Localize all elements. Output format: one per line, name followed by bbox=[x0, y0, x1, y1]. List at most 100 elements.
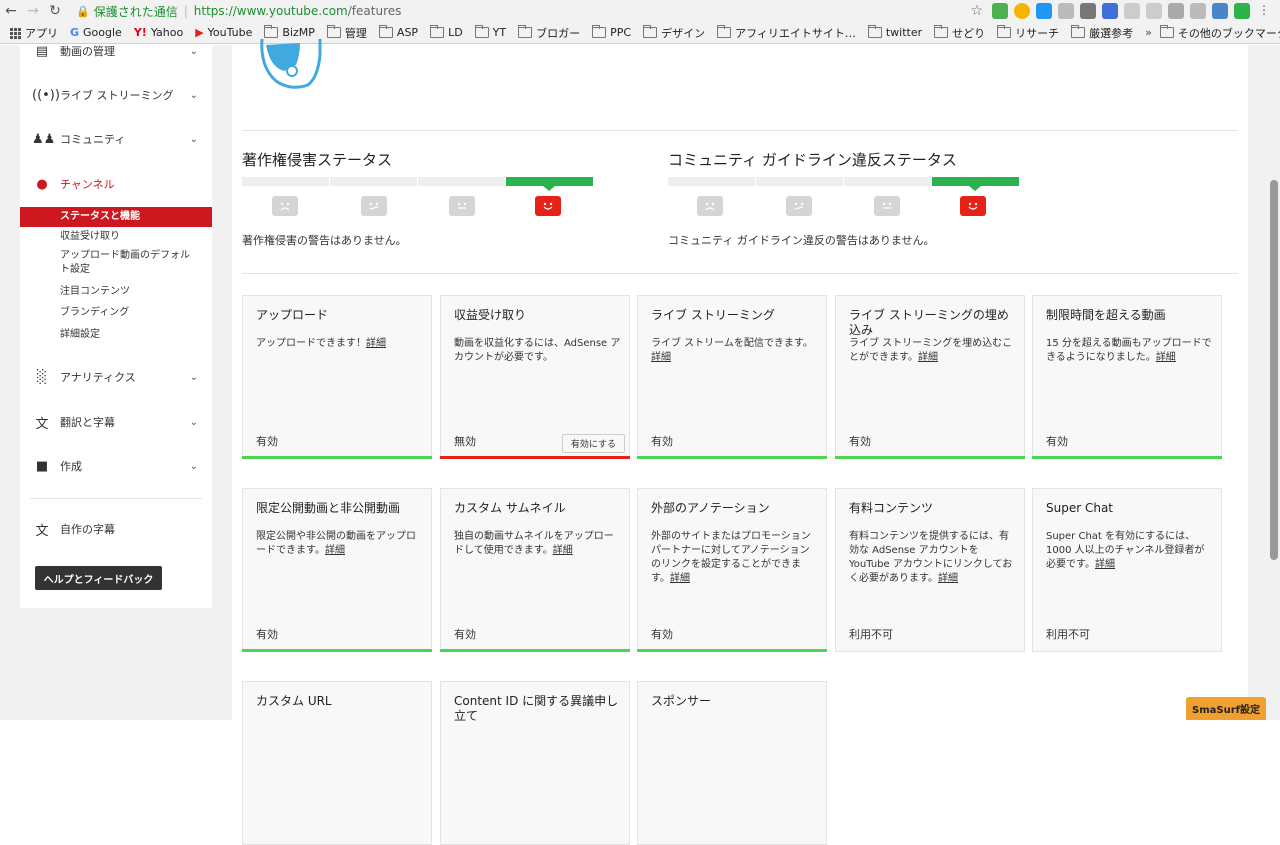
bookmark-folder[interactable]: YT bbox=[474, 25, 506, 39]
unhappy-face-icon bbox=[786, 196, 812, 216]
bookmark-label: ASP bbox=[396, 26, 419, 39]
sad-face-icon bbox=[697, 196, 723, 216]
reload-icon[interactable]: ↻ bbox=[44, 3, 66, 19]
meter-segment bbox=[668, 177, 755, 186]
feature-card: ライブ ストリーミングの埋め込み ライブ ストリーミングを埋め込むことができます。… bbox=[835, 295, 1025, 459]
extension-icon[interactable] bbox=[1234, 3, 1250, 19]
yahoo-icon: Y! bbox=[133, 26, 147, 39]
bookmark-apps[interactable]: アプリ bbox=[10, 25, 58, 41]
feature-status: 有効 bbox=[651, 435, 673, 448]
bookmark-folder[interactable]: アフィリエイトサイト… bbox=[717, 25, 856, 41]
extension-icon[interactable] bbox=[1168, 3, 1184, 19]
secure-label: 保護された通信 bbox=[93, 4, 178, 19]
bookmark-folder[interactable]: ブロガー bbox=[518, 25, 580, 41]
feature-card: 収益受け取り 動画を収益化するには、AdSense アカウントが必要です。 無効 有効… bbox=[440, 295, 630, 459]
extension-icon[interactable] bbox=[1014, 3, 1030, 19]
extension-icon[interactable] bbox=[1036, 3, 1052, 19]
sidebar-subitem-status[interactable]: ステータスと機能 bbox=[20, 207, 212, 227]
sidebar-item-video-manager[interactable]: ▤ 動画の管理 ⌄ bbox=[20, 41, 212, 61]
lock-icon: 🔒 bbox=[76, 4, 90, 18]
create-icon: ■ bbox=[35, 458, 49, 474]
extension-icon[interactable] bbox=[1190, 3, 1206, 19]
meter-indicator bbox=[543, 186, 555, 191]
feature-title: 有料コンテンツ bbox=[849, 501, 934, 515]
sidebar-item-analytics[interactable]: ░ アナリティクス ⌄ bbox=[20, 367, 212, 387]
enable-button[interactable]: 有効にする bbox=[561, 434, 625, 453]
feature-details-link[interactable]: 詳細 bbox=[1156, 352, 1176, 363]
bookmark-other[interactable]: その他のブックマーク bbox=[1159, 25, 1280, 41]
bookmark-folder[interactable]: LD bbox=[430, 25, 463, 39]
bookmark-folder[interactable]: PPC bbox=[592, 25, 632, 39]
feature-description-text: ライブ ストリームを配信できます。 bbox=[651, 338, 813, 349]
url-field[interactable]: https://www.youtube.com/features bbox=[194, 4, 402, 18]
extension-icon[interactable] bbox=[1212, 3, 1228, 19]
bookmarks-overflow-button[interactable]: » bbox=[1145, 26, 1152, 39]
folder-icon bbox=[1071, 25, 1086, 38]
bookmark-folder[interactable]: デザイン bbox=[643, 25, 705, 41]
feature-details-link[interactable]: 詳細 bbox=[918, 352, 938, 363]
address-bar: ← → ↻ 🔒 保護された通信 | https://www.youtube.co… bbox=[0, 0, 1280, 22]
sidebar-item-create[interactable]: ■ 作成 ⌄ bbox=[20, 456, 212, 476]
live-stream-icon: ((•)) bbox=[32, 87, 60, 103]
folder-icon bbox=[378, 25, 393, 38]
bookmark-folder[interactable]: twitter bbox=[867, 25, 922, 39]
bookmark-label: アプリ bbox=[25, 26, 58, 40]
channel-icon: ● bbox=[36, 176, 48, 192]
chevron-down-icon: ⌄ bbox=[189, 416, 198, 428]
unhappy-face-icon bbox=[361, 196, 387, 216]
sad-face-icon bbox=[272, 196, 298, 216]
sidebar-item-translations[interactable]: 文 翻訳と字幕 ⌄ bbox=[20, 412, 212, 432]
extension-icon[interactable] bbox=[1080, 3, 1096, 19]
feature-description-text: 15 分を超える動画もアップロードできるようになりました。 bbox=[1046, 338, 1212, 363]
sidebar-item-channel[interactable]: ● チャンネル bbox=[20, 174, 212, 194]
sidebar-item-label: 作成 bbox=[60, 460, 82, 473]
bookmark-youtube[interactable]: ▶ YouTube bbox=[195, 26, 252, 39]
feature-details-link[interactable]: 詳細 bbox=[651, 352, 671, 363]
meter-segment bbox=[330, 177, 417, 186]
sidebar-item-subtitles[interactable]: 文 自作の字幕 bbox=[20, 519, 212, 539]
sidebar-subitem-advanced[interactable]: 詳細設定 bbox=[20, 328, 212, 342]
page-content: ▤ 動画の管理 ⌄ ((•)) ライブ ストリーミング ⌄ ♟♟ コミュニティ … bbox=[0, 38, 1280, 845]
community-icon: ♟♟ bbox=[32, 131, 56, 147]
sidebar-item-community[interactable]: ♟♟ コミュニティ ⌄ bbox=[20, 129, 212, 149]
bookmark-label: PPC bbox=[610, 26, 632, 39]
bookmark-folder[interactable]: リサーチ bbox=[997, 25, 1059, 41]
feature-details-link[interactable]: 詳細 bbox=[325, 545, 345, 556]
apps-grid-icon bbox=[10, 27, 21, 39]
back-icon[interactable]: ← bbox=[0, 3, 22, 19]
feature-details-link[interactable]: 詳細 bbox=[553, 545, 573, 556]
bookmark-folder[interactable]: 管理 bbox=[326, 25, 367, 41]
bookmark-star-icon[interactable]: ☆ bbox=[970, 3, 983, 19]
feature-details-link[interactable]: 詳細 bbox=[670, 573, 690, 584]
feature-details-link[interactable]: 詳細 bbox=[938, 573, 958, 584]
feature-details-link[interactable]: 詳細 bbox=[366, 338, 386, 349]
bookmark-google[interactable]: G Google bbox=[70, 26, 122, 39]
bookmark-folder[interactable]: 厳選参考 bbox=[1071, 25, 1133, 41]
bookmark-folder[interactable]: せどり bbox=[934, 25, 985, 41]
page-scrollbar[interactable] bbox=[1270, 180, 1278, 560]
feature-description: 15 分を超える動画もアップロードできるようになりました。詳細 bbox=[1046, 337, 1214, 365]
extension-icon[interactable] bbox=[1102, 3, 1118, 19]
sidebar-item-label: 動画の管理 bbox=[60, 45, 115, 58]
help-feedback-button[interactable]: ヘルプとフィードバック bbox=[35, 566, 162, 590]
smasurf-settings-button[interactable]: SmaSurf設定 bbox=[1186, 697, 1266, 720]
extension-icon[interactable] bbox=[1124, 3, 1140, 19]
sidebar-subitem-branding[interactable]: ブランディング bbox=[20, 306, 212, 320]
extension-icon[interactable] bbox=[992, 3, 1008, 19]
feature-description-text: 有料コンテンツを提供するには、有効な AdSense アカウントを YouTub… bbox=[849, 531, 1013, 584]
forward-icon[interactable]: → bbox=[22, 3, 44, 19]
guidelines-status-message: コミュニティ ガイドライン違反の警告はありません。 bbox=[668, 234, 935, 247]
feature-status: 無効 bbox=[454, 435, 476, 448]
sidebar-subitem-upload-defaults[interactable]: アップロード動画のデフォルト設定 bbox=[20, 249, 212, 277]
extension-icon[interactable] bbox=[1146, 3, 1162, 19]
sidebar-subitem-featured[interactable]: 注目コンテンツ bbox=[20, 285, 212, 299]
neutral-face-icon bbox=[874, 196, 900, 216]
extension-icon[interactable] bbox=[1058, 3, 1074, 19]
bookmark-folder[interactable]: ASP bbox=[378, 25, 419, 39]
feature-details-link[interactable]: 詳細 bbox=[1095, 559, 1115, 570]
menu-icon[interactable]: ⋮ bbox=[1256, 3, 1272, 19]
bookmark-yahoo[interactable]: Y! Yahoo bbox=[134, 26, 183, 39]
sidebar-subitem-monetization[interactable]: 収益受け取り bbox=[20, 230, 212, 244]
feature-description: Super Chat を有効にするには、1000 人以上のチャンネル登録者が必要… bbox=[1046, 530, 1214, 572]
sidebar-item-live-streaming[interactable]: ((•)) ライブ ストリーミング ⌄ bbox=[20, 85, 212, 105]
